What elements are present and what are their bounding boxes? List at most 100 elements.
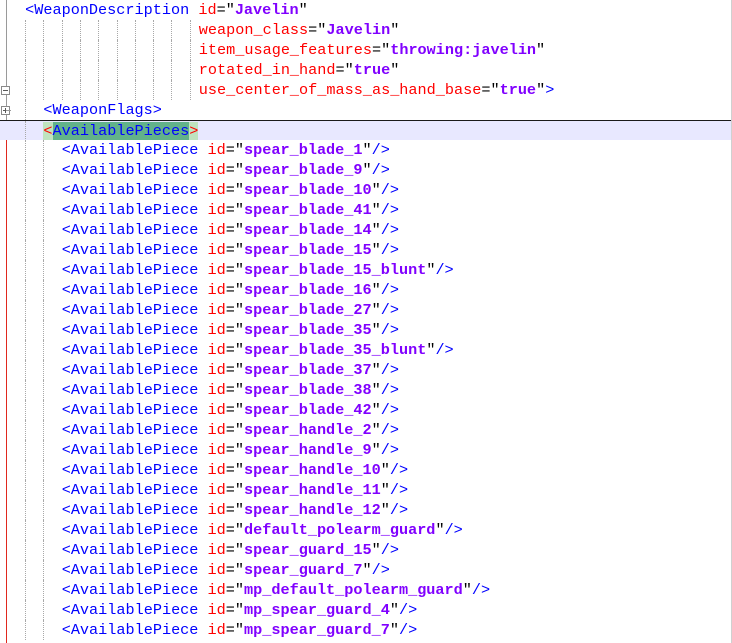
attribute-name: rotated_in_hand bbox=[198, 61, 336, 79]
quote: " bbox=[298, 1, 308, 19]
self-closing-bracket: /> bbox=[380, 541, 399, 559]
available-piece-line[interactable]: <AvailablePiece id="spear_blade_38"/> bbox=[0, 380, 732, 400]
equals-sign: = bbox=[225, 401, 235, 419]
line-text: <AvailablePiece id="spear_blade_41"/> bbox=[62, 200, 399, 220]
tag-name: AvailablePiece bbox=[70, 561, 199, 579]
indent-guide bbox=[171, 20, 173, 40]
indent-guide bbox=[25, 420, 27, 440]
quote: " bbox=[380, 501, 390, 519]
attribute-name: id bbox=[207, 461, 226, 479]
available-piece-line[interactable]: <AvailablePiece id="default_polearm_guar… bbox=[0, 520, 732, 540]
self-closing-bracket: /> bbox=[398, 601, 418, 619]
equals-sign: = bbox=[225, 341, 235, 359]
equals-sign: = bbox=[225, 601, 235, 619]
attribute-continuation-line[interactable]: rotated_in_hand="true" bbox=[0, 60, 732, 80]
quote: " bbox=[371, 441, 381, 459]
quote: " bbox=[371, 361, 381, 379]
available-piece-line[interactable]: <AvailablePiece id="spear_handle_12"/> bbox=[0, 500, 732, 520]
indent-guide bbox=[79, 20, 81, 40]
available-pieces-line[interactable]: <AvailablePieces> bbox=[0, 120, 732, 141]
available-piece-line[interactable]: <AvailablePiece id="spear_blade_37"/> bbox=[0, 360, 732, 380]
tag-name: AvailablePiece bbox=[70, 181, 199, 199]
quote: " bbox=[371, 401, 381, 419]
line-text: <AvailablePiece id="mp_spear_guard_4"/> bbox=[62, 600, 418, 620]
self-closing-bracket: /> bbox=[435, 341, 454, 359]
available-piece-line[interactable]: <AvailablePiece id="mp_spear_guard_4"/> bbox=[0, 600, 732, 620]
indent-guide bbox=[25, 540, 27, 560]
weapon-description-line[interactable]: <WeaponDescription id="Javelin" bbox=[0, 0, 732, 20]
line-text: <WeaponFlags> bbox=[43, 100, 162, 120]
xml-code-editor[interactable]: <WeaponDescription id="Javelin" weapon_cl… bbox=[0, 0, 732, 643]
indent-guide bbox=[25, 121, 27, 141]
attribute-value: throwing:javelin bbox=[390, 41, 537, 59]
tag-bracket: < bbox=[61, 301, 71, 319]
attribute-value: Javelin bbox=[326, 21, 391, 39]
available-piece-line[interactable]: <AvailablePiece id="spear_handle_11"/> bbox=[0, 480, 732, 500]
available-piece-line[interactable]: <AvailablePiece id="mp_default_polearm_g… bbox=[0, 580, 732, 600]
self-closing-bracket: /> bbox=[380, 181, 399, 199]
indent-guide bbox=[79, 40, 81, 60]
available-piece-line[interactable]: <AvailablePiece id="spear_blade_14"/> bbox=[0, 220, 732, 240]
available-piece-line[interactable]: <AvailablePiece id="spear_blade_27"/> bbox=[0, 300, 732, 320]
quote: " bbox=[234, 601, 245, 619]
available-piece-line[interactable]: <AvailablePiece id="spear_blade_35"/> bbox=[0, 320, 732, 340]
equals-sign: = bbox=[225, 441, 235, 459]
line-text: <AvailablePiece id="default_polearm_guar… bbox=[62, 520, 463, 540]
available-piece-line[interactable]: <AvailablePiece id="spear_blade_35_blunt… bbox=[0, 340, 732, 360]
line-text: <AvailablePiece id="spear_blade_42"/> bbox=[62, 400, 399, 420]
available-piece-line[interactable]: <AvailablePiece id="spear_blade_10"/> bbox=[0, 180, 732, 200]
available-piece-line[interactable]: <AvailablePiece id="spear_blade_41"/> bbox=[0, 200, 732, 220]
weapon-flags-line[interactable]: <WeaponFlags> bbox=[0, 100, 732, 120]
available-piece-line[interactable]: <AvailablePiece id="spear_blade_9"/> bbox=[0, 160, 732, 180]
attribute-continuation-line[interactable]: weapon_class="Javelin" bbox=[0, 20, 732, 40]
indent-guide bbox=[25, 80, 27, 100]
available-piece-line[interactable]: <AvailablePiece id="spear_blade_15"/> bbox=[0, 240, 732, 260]
attribute-continuation-line[interactable]: use_center_of_mass_as_hand_base="true"> bbox=[0, 80, 732, 100]
available-piece-line[interactable]: <AvailablePiece id="spear_blade_1"/> bbox=[0, 140, 732, 160]
available-piece-line[interactable]: <AvailablePiece id="spear_handle_10"/> bbox=[0, 460, 732, 480]
quote: " bbox=[234, 281, 245, 299]
indent-guide bbox=[43, 40, 45, 60]
code-area[interactable]: <WeaponDescription id="Javelin" weapon_cl… bbox=[0, 0, 732, 640]
available-piece-line[interactable]: <AvailablePiece id="spear_guard_7"/> bbox=[0, 560, 732, 580]
indent-guide bbox=[153, 40, 155, 60]
tag-bracket: < bbox=[61, 481, 71, 499]
available-piece-line[interactable]: <AvailablePiece id="spear_handle_9"/> bbox=[0, 440, 732, 460]
quote: " bbox=[536, 41, 546, 59]
available-piece-line[interactable]: <AvailablePiece id="spear_blade_16"/> bbox=[0, 280, 732, 300]
indent-guide bbox=[61, 40, 63, 60]
quote: " bbox=[362, 161, 372, 179]
attribute-name: id bbox=[207, 181, 226, 199]
attribute-name: id bbox=[207, 601, 226, 619]
attribute-name: id bbox=[207, 341, 226, 359]
available-piece-line[interactable]: <AvailablePiece id="spear_guard_15"/> bbox=[0, 540, 732, 560]
equals-sign: = bbox=[225, 501, 235, 519]
indent-guide bbox=[61, 20, 63, 40]
tag-bracket: < bbox=[61, 541, 71, 559]
tag-name: AvailablePiece bbox=[70, 321, 199, 339]
available-piece-line[interactable]: <AvailablePiece id="spear_handle_2"/> bbox=[0, 420, 732, 440]
available-piece-line[interactable]: <AvailablePiece id="spear_blade_42"/> bbox=[0, 400, 732, 420]
tag-bracket: < bbox=[61, 161, 71, 179]
attribute-name: id bbox=[207, 381, 226, 399]
line-text: item_usage_features="throwing:javelin" bbox=[199, 40, 545, 60]
attribute-name: id bbox=[207, 501, 226, 519]
available-piece-line[interactable]: <AvailablePiece id="spear_blade_15_blunt… bbox=[0, 260, 732, 280]
tag-name: AvailablePiece bbox=[70, 521, 199, 539]
quote: " bbox=[371, 281, 381, 299]
available-piece-line[interactable]: <AvailablePiece id="mp_spear_guard_7"/> bbox=[0, 620, 732, 640]
attribute-continuation-line[interactable]: item_usage_features="throwing:javelin" bbox=[0, 40, 732, 60]
self-closing-bracket: /> bbox=[380, 441, 399, 459]
quote: " bbox=[371, 541, 381, 559]
indent-guide bbox=[43, 500, 45, 520]
quote: " bbox=[371, 221, 381, 239]
indent-guide bbox=[98, 40, 100, 60]
tag-bracket: > bbox=[545, 81, 555, 99]
attribute-name: id bbox=[207, 241, 226, 259]
tag-name: AvailablePiece bbox=[70, 541, 199, 559]
